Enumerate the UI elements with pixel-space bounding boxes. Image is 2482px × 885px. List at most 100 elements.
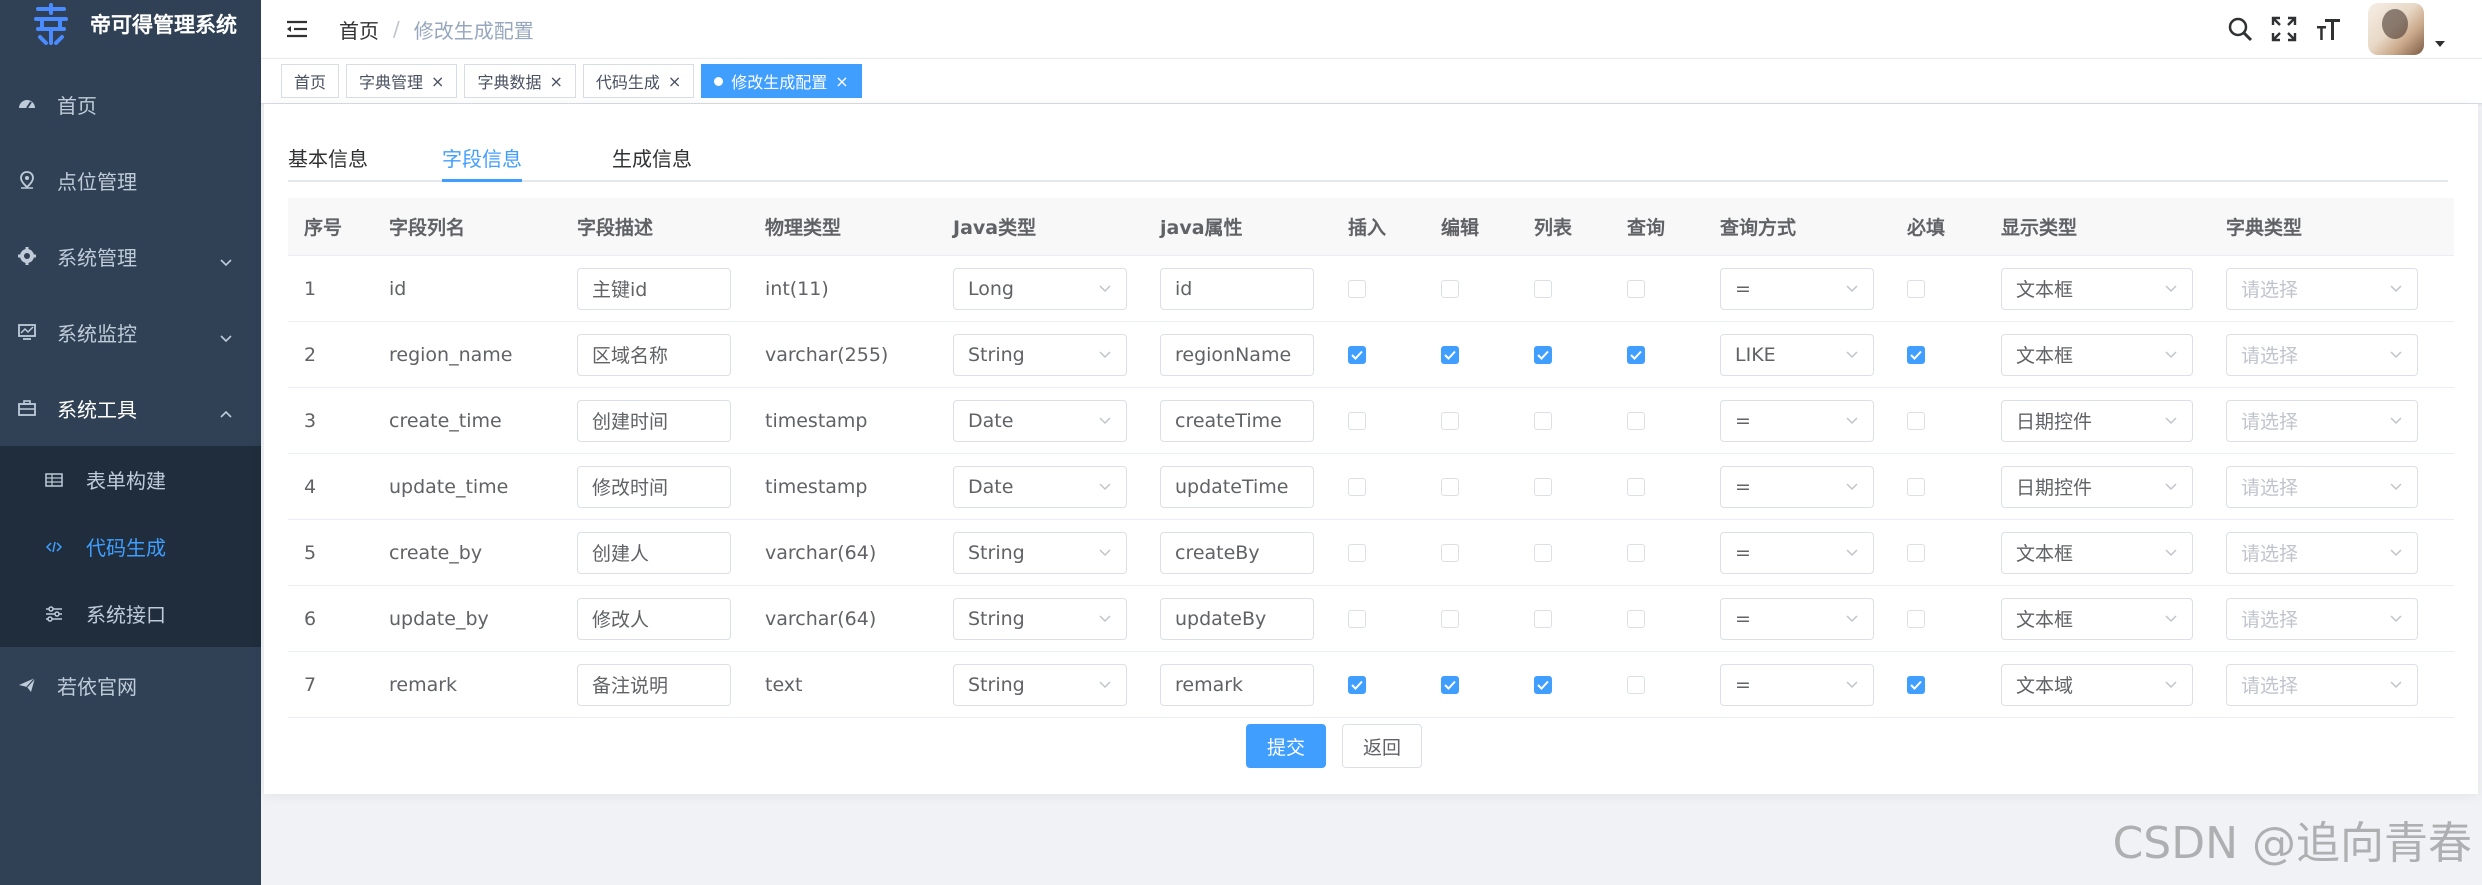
query-checkbox[interactable]: [1627, 477, 1645, 496]
insert-checkbox[interactable]: [1348, 411, 1366, 430]
search-icon[interactable]: [2218, 7, 2262, 51]
java-field-input[interactable]: remark: [1160, 663, 1314, 706]
dict-type-select[interactable]: 请选择: [2226, 267, 2418, 310]
dict-type-select[interactable]: 请选择: [2226, 531, 2418, 574]
font-size-icon[interactable]: [2306, 7, 2350, 51]
tab-column-info[interactable]: 字段信息: [442, 136, 522, 182]
java-field-input[interactable]: createBy: [1160, 531, 1314, 574]
tag-dict-data[interactable]: 字典数据 ×: [464, 64, 576, 98]
column-desc-input[interactable]: 修改时间: [577, 465, 731, 508]
required-checkbox[interactable]: [1907, 411, 1925, 430]
column-desc-input[interactable]: 区域名称: [577, 333, 731, 376]
required-checkbox[interactable]: [1907, 543, 1925, 562]
java-field-input[interactable]: id: [1160, 267, 1314, 310]
insert-checkbox[interactable]: [1348, 279, 1366, 298]
java-type-select[interactable]: String: [953, 663, 1127, 706]
column-desc-input[interactable]: 主键id: [577, 267, 731, 310]
insert-checkbox[interactable]: [1348, 609, 1366, 628]
insert-checkbox[interactable]: [1348, 675, 1366, 694]
close-icon[interactable]: ×: [431, 72, 444, 91]
query-checkbox[interactable]: [1627, 411, 1645, 430]
query-type-select[interactable]: =: [1720, 531, 1874, 574]
required-checkbox[interactable]: [1907, 675, 1925, 694]
sidebar-item-monitor[interactable]: 系统监控: [0, 294, 261, 370]
query-type-select[interactable]: LIKE: [1720, 333, 1874, 376]
tag-edit-gen-config[interactable]: 修改生成配置 ×: [701, 64, 862, 98]
column-desc-input[interactable]: 创建时间: [577, 399, 731, 442]
query-type-select[interactable]: =: [1720, 465, 1874, 508]
java-type-select[interactable]: Date: [953, 465, 1127, 508]
query-type-select[interactable]: =: [1720, 663, 1874, 706]
list-checkbox[interactable]: [1534, 345, 1552, 364]
java-field-input[interactable]: createTime: [1160, 399, 1314, 442]
java-type-select[interactable]: String: [953, 597, 1127, 640]
query-type-select[interactable]: =: [1720, 267, 1874, 310]
java-field-input[interactable]: regionName: [1160, 333, 1314, 376]
edit-checkbox[interactable]: [1441, 279, 1459, 298]
dict-type-select[interactable]: 请选择: [2226, 399, 2418, 442]
insert-checkbox[interactable]: [1348, 543, 1366, 562]
java-field-input[interactable]: updateTime: [1160, 465, 1314, 508]
sidebar-item-swagger[interactable]: 系统接口: [0, 580, 261, 647]
list-checkbox[interactable]: [1534, 675, 1552, 694]
required-checkbox[interactable]: [1907, 279, 1925, 298]
html-type-select[interactable]: 文本框: [2001, 333, 2193, 376]
list-checkbox[interactable]: [1534, 411, 1552, 430]
dict-type-select[interactable]: 请选择: [2226, 597, 2418, 640]
query-checkbox[interactable]: [1627, 345, 1645, 364]
sidebar-item-tools[interactable]: 系统工具: [0, 370, 261, 446]
breadcrumb-home[interactable]: 首页: [339, 15, 379, 44]
avatar[interactable]: [2368, 3, 2424, 55]
fullscreen-icon[interactable]: [2262, 7, 2306, 51]
java-type-select[interactable]: String: [953, 333, 1127, 376]
close-icon[interactable]: ×: [668, 72, 681, 91]
dict-type-select[interactable]: 请选择: [2226, 465, 2418, 508]
submit-button[interactable]: 提交: [1245, 724, 1326, 768]
query-checkbox[interactable]: [1627, 609, 1645, 628]
html-type-select[interactable]: 日期控件: [2001, 465, 2193, 508]
html-type-select[interactable]: 文本框: [2001, 597, 2193, 640]
required-checkbox[interactable]: [1907, 477, 1925, 496]
hamburger-icon[interactable]: [282, 14, 312, 44]
tag-home[interactable]: 首页: [281, 64, 340, 98]
query-checkbox[interactable]: [1627, 675, 1645, 694]
close-icon[interactable]: ×: [549, 72, 562, 91]
edit-checkbox[interactable]: [1441, 345, 1459, 364]
query-type-select[interactable]: =: [1720, 399, 1874, 442]
back-button[interactable]: 返回: [1342, 724, 1423, 768]
column-desc-input[interactable]: 创建人: [577, 531, 731, 574]
edit-checkbox[interactable]: [1441, 609, 1459, 628]
html-type-select[interactable]: 文本域: [2001, 663, 2193, 706]
query-checkbox[interactable]: [1627, 543, 1645, 562]
sidebar-item-code-gen[interactable]: 代码生成: [0, 513, 261, 580]
sidebar-item-system[interactable]: 系统管理: [0, 218, 261, 294]
column-desc-input[interactable]: 修改人: [577, 597, 731, 640]
sidebar-item-location[interactable]: 点位管理: [0, 142, 261, 218]
tag-code-gen[interactable]: 代码生成 ×: [582, 64, 695, 98]
java-type-select[interactable]: Long: [953, 267, 1127, 310]
java-type-select[interactable]: Date: [953, 399, 1127, 442]
logo[interactable]: 帝可得管理系统: [0, 0, 261, 48]
sidebar-item-form-builder[interactable]: 表单构建: [0, 446, 261, 513]
html-type-select[interactable]: 日期控件: [2001, 399, 2193, 442]
dict-type-select[interactable]: 请选择: [2226, 663, 2418, 706]
html-type-select[interactable]: 文本框: [2001, 267, 2193, 310]
query-checkbox[interactable]: [1627, 279, 1645, 298]
list-checkbox[interactable]: [1534, 477, 1552, 496]
column-desc-input[interactable]: 备注说明: [577, 663, 731, 706]
tag-dict-manage[interactable]: 字典管理 ×: [346, 64, 458, 98]
tab-gen-info[interactable]: 生成信息: [612, 136, 692, 182]
query-type-select[interactable]: =: [1720, 597, 1874, 640]
edit-checkbox[interactable]: [1441, 675, 1459, 694]
java-field-input[interactable]: updateBy: [1160, 597, 1314, 640]
sidebar-item-ruoyi-site[interactable]: 若依官网: [0, 647, 261, 723]
java-type-select[interactable]: String: [953, 531, 1127, 574]
html-type-select[interactable]: 文本框: [2001, 531, 2193, 574]
dict-type-select[interactable]: 请选择: [2226, 333, 2418, 376]
edit-checkbox[interactable]: [1441, 543, 1459, 562]
close-icon[interactable]: ×: [835, 72, 848, 91]
insert-checkbox[interactable]: [1348, 477, 1366, 496]
tab-basic-info[interactable]: 基本信息: [288, 136, 368, 182]
edit-checkbox[interactable]: [1441, 477, 1459, 496]
sidebar-item-home[interactable]: 首页: [0, 66, 261, 142]
